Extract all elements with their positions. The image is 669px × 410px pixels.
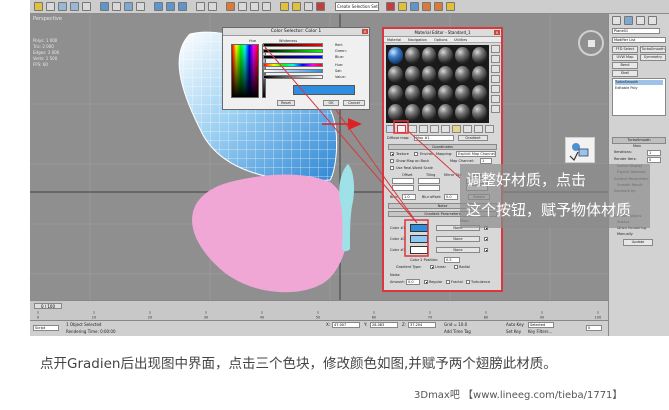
assign-button-highlight xyxy=(393,120,409,134)
assign-material-button-zoom xyxy=(565,137,595,163)
color-swatches-highlight xyxy=(404,219,429,257)
callout-line-a xyxy=(264,46,418,224)
forum-watermark: 3Dmax吧 【www.lineeg.com/tieba/1771】 xyxy=(414,390,623,401)
callout-line-b xyxy=(335,109,418,224)
tutorial-caption: 点开Gradien后出现图中界面，点击三个色块，修改颜色如图,并赋予两个翅膀此材… xyxy=(40,356,557,372)
callout-line-2: 这个按钮，赋予物体材质 xyxy=(466,201,632,219)
box-icon xyxy=(578,148,589,157)
arrow-icon xyxy=(569,151,579,162)
callout-line-1: 调整好材质，点击 xyxy=(466,171,587,189)
callout-line-c xyxy=(407,130,461,179)
instruction-callout: 调整好材质，点击 这个按钮，赋予物体材质 xyxy=(460,164,650,228)
